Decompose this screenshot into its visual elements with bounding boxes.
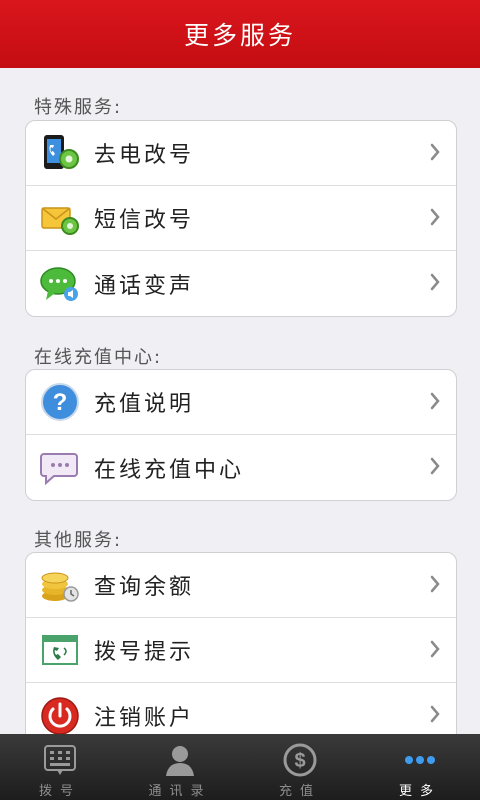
chevron-right-icon (430, 392, 440, 410)
tab-contacts[interactable]: 通讯录 (120, 734, 240, 800)
item-label: 查询余额 (94, 575, 195, 600)
chevron-right-icon (430, 143, 440, 161)
message-bubble-icon (40, 448, 80, 488)
group-recharge: ? 充值说明 在线充值中心 (25, 369, 457, 501)
item-voice-changer[interactable]: 通话变声 (26, 251, 456, 316)
chat-voice-icon (40, 264, 80, 304)
item-online-recharge[interactable]: 在线充值中心 (26, 435, 456, 500)
dialpad-icon (44, 745, 76, 775)
item-label: 通话变声 (94, 273, 195, 299)
section-title-recharge: 在线充值中心: (34, 347, 163, 368)
tab-label: 更多 (398, 784, 441, 799)
tab-label: 充值 (278, 784, 321, 799)
item-change-caller-id[interactable]: 去电改号 (26, 121, 456, 186)
power-icon (40, 696, 80, 734)
coins-icon (40, 565, 80, 605)
item-label: 注销账户 (94, 705, 195, 731)
item-label: 去电改号 (94, 143, 195, 168)
group-special: 去电改号 短信改号 通话变声 (25, 120, 457, 317)
svg-text:$: $ (294, 750, 305, 772)
item-label: 短信改号 (94, 208, 195, 233)
chevron-right-icon (430, 457, 440, 475)
more-icon (405, 756, 435, 764)
chevron-right-icon (430, 273, 440, 291)
item-check-balance[interactable]: 查询余额 (26, 553, 456, 618)
group-other: 查询余额 拨号提示 注销账户 (25, 552, 457, 734)
svg-text:?: ? (53, 389, 68, 416)
tab-label: 拨号 (38, 784, 81, 799)
tab-label: 通讯录 (148, 784, 212, 799)
envelope-settings-icon (40, 198, 80, 238)
bottom-tab-bar: 拨号 通讯录 $ 充值 更多 (0, 734, 480, 800)
contacts-icon (166, 746, 194, 776)
page-title: 更多服务 (183, 21, 296, 50)
chevron-right-icon (430, 575, 440, 593)
tab-recharge[interactable]: $ 充值 (240, 734, 360, 800)
item-cancel-account[interactable]: 注销账户 (26, 683, 456, 734)
section-title-other: 其他服务: (34, 530, 123, 551)
dial-tips-icon (40, 630, 80, 670)
section-title-special: 特殊服务: (34, 97, 123, 118)
recharge-icon: $ (283, 743, 317, 777)
item-label: 在线充值中心 (94, 457, 245, 483)
item-label: 充值说明 (94, 392, 195, 417)
phone-settings-icon (40, 133, 80, 173)
chevron-right-icon (430, 705, 440, 723)
tab-more[interactable]: 更多 (360, 734, 480, 800)
chevron-right-icon (430, 208, 440, 226)
item-dial-tips[interactable]: 拨号提示 (26, 618, 456, 683)
item-recharge-info[interactable]: ? 充值说明 (26, 370, 456, 435)
services-list[interactable]: 特殊服务: 去电改号 短信改号 通话变声 在线充值中心: ? 充值说明 在线充值… (0, 68, 480, 734)
title-bar: 更多服务 (0, 0, 480, 68)
chevron-right-icon (430, 640, 440, 658)
item-change-sms-id[interactable]: 短信改号 (26, 186, 456, 251)
help-icon: ? (40, 382, 80, 422)
item-label: 拨号提示 (94, 640, 195, 665)
tab-dial[interactable]: 拨号 (0, 734, 120, 800)
